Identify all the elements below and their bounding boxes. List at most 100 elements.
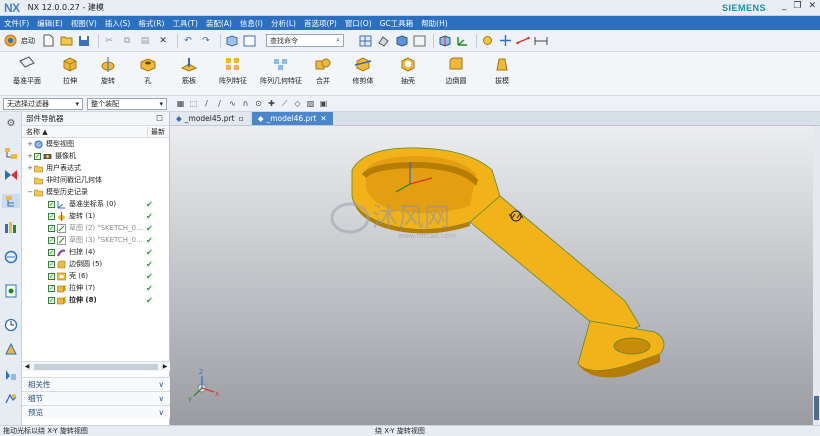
menu-item[interactable]: 视图(V) bbox=[71, 18, 97, 29]
snap-quadrant-icon[interactable]: ◇ bbox=[292, 98, 303, 109]
menu-item[interactable]: 编辑(E) bbox=[37, 18, 63, 29]
ribbon-button-datum-plane[interactable]: 基准平面 bbox=[2, 52, 52, 95]
ribbon-button-trim-body[interactable]: 修剪体 bbox=[340, 52, 386, 95]
snap-curve-icon[interactable]: ∿ bbox=[227, 98, 238, 109]
menu-item[interactable]: 工具(T) bbox=[172, 18, 197, 29]
assembly-navigator-icon[interactable] bbox=[4, 146, 18, 160]
menu-item[interactable]: 插入(S) bbox=[105, 18, 131, 29]
start-icon[interactable] bbox=[3, 34, 17, 48]
window-icon[interactable] bbox=[242, 34, 256, 48]
select-all-icon[interactable]: ▦ bbox=[175, 98, 186, 109]
tree-row[interactable]: ✓ 拉伸 (8) ✔ bbox=[22, 294, 169, 306]
visibility-checkbox[interactable]: ✓ bbox=[48, 248, 55, 256]
paste-icon[interactable]: ▤ bbox=[138, 34, 152, 48]
tree-row[interactable]: ✓ 壳 (6) ✔ bbox=[22, 270, 169, 282]
cut-icon[interactable]: ✂ bbox=[102, 34, 116, 48]
tree-expander-icon[interactable]: + bbox=[26, 152, 34, 160]
wcs-icon[interactable] bbox=[455, 34, 469, 48]
menu-item[interactable]: GC工具箱 bbox=[380, 18, 414, 29]
measure-icon[interactable] bbox=[516, 34, 530, 48]
small-end-hole[interactable] bbox=[613, 337, 651, 355]
maximize-icon[interactable]: ☐ bbox=[156, 114, 163, 123]
tree-row[interactable]: ✓ 基准坐标系 (0) ✔ bbox=[22, 198, 169, 210]
tree-row[interactable]: ✓ 草图 (3) "SKETCH_0... ✔ bbox=[22, 234, 169, 246]
tree-expander-icon[interactable]: + bbox=[26, 164, 34, 172]
section-details[interactable]: 细节 ∨ bbox=[22, 391, 170, 404]
ribbon-button-pattern-geometry[interactable]: 阵列几何特征 bbox=[256, 52, 306, 95]
new-file-icon[interactable] bbox=[41, 34, 55, 48]
copy-icon[interactable]: ⧉ bbox=[120, 34, 134, 48]
ribbon-button-draft[interactable]: 拔模 bbox=[482, 52, 522, 95]
close-icon[interactable]: ✕ bbox=[808, 1, 816, 11]
visibility-checkbox[interactable]: ✓ bbox=[48, 236, 55, 244]
scroll-thumb[interactable] bbox=[34, 363, 158, 370]
scroll-thumb[interactable] bbox=[814, 396, 819, 420]
tree-row[interactable]: + 用户表达式 bbox=[22, 162, 169, 174]
snap-surface-icon[interactable]: ▨ bbox=[305, 98, 316, 109]
tree-expander-icon[interactable]: − bbox=[26, 188, 34, 196]
snap-icon[interactable] bbox=[376, 34, 390, 48]
part-navigator-icon[interactable] bbox=[2, 194, 20, 208]
tree-row[interactable]: ✓ 草图 (2) "SKETCH_0... ✔ bbox=[22, 222, 169, 234]
settings-gear-icon[interactable]: ⚙ bbox=[4, 116, 18, 130]
command-finder-input[interactable]: 查找命令 ⌕ bbox=[266, 34, 344, 47]
tree-row[interactable]: ✓ 边倒圆 (5) ✔ bbox=[22, 258, 169, 270]
model-canvas[interactable]: 沐风网 www.mfcad.com Z X Y bbox=[170, 126, 813, 425]
visibility-checkbox[interactable]: ✓ bbox=[48, 212, 55, 220]
visibility-checkbox[interactable]: ✓ bbox=[48, 296, 55, 304]
ribbon-button-pattern-feature[interactable]: 阵列特征 bbox=[210, 52, 256, 95]
tab-model46[interactable]: ◆ _model46.prt ✕ bbox=[251, 112, 333, 125]
tree-row[interactable]: + ✓ 摄像机 bbox=[22, 150, 169, 162]
redo-icon[interactable]: ↷ bbox=[199, 34, 213, 48]
save-icon[interactable] bbox=[77, 34, 91, 48]
ribbon-button-unite[interactable]: 合并 bbox=[306, 52, 340, 95]
viewport-scrollbar[interactable] bbox=[813, 126, 820, 425]
ribbon-button-rib[interactable]: 筋板 bbox=[168, 52, 210, 95]
visibility-checkbox[interactable]: ✓ bbox=[48, 284, 55, 292]
tree-row[interactable]: + 模型视图 bbox=[22, 138, 169, 150]
tab-pin-icon[interactable]: ▫ bbox=[239, 114, 244, 123]
visibility-checkbox[interactable]: ✓ bbox=[34, 152, 41, 160]
deselect-icon[interactable]: ⬚ bbox=[188, 98, 199, 109]
clock-icon[interactable] bbox=[4, 318, 18, 332]
scroll-left-icon[interactable]: ◀ bbox=[22, 363, 32, 370]
ribbon-button-edge-blend[interactable]: 边倒圆 bbox=[430, 52, 482, 95]
ribbon-button-shell[interactable]: 抽壳 bbox=[386, 52, 430, 95]
section-preview[interactable]: 预览 ∨ bbox=[22, 405, 170, 418]
render-style-icon[interactable] bbox=[394, 34, 408, 48]
section-dependencies[interactable]: 相关性 ∨ bbox=[22, 377, 170, 390]
constraint-navigator-icon[interactable] bbox=[4, 168, 18, 182]
visibility-checkbox[interactable]: ✓ bbox=[48, 224, 55, 232]
snap-endpoint-icon[interactable]: / bbox=[201, 98, 212, 109]
tree-row[interactable]: − 模型历史记录 bbox=[22, 186, 169, 198]
history-icon[interactable] bbox=[4, 284, 18, 298]
section-view-icon[interactable] bbox=[437, 34, 451, 48]
start-menu-button[interactable]: 启动 bbox=[21, 36, 35, 46]
connecting-rod-part[interactable] bbox=[351, 147, 665, 378]
column-latest[interactable]: 最新 bbox=[147, 126, 169, 137]
background-icon[interactable] bbox=[412, 34, 426, 48]
visibility-checkbox[interactable]: ✓ bbox=[48, 200, 55, 208]
visibility-checkbox[interactable]: ✓ bbox=[48, 260, 55, 268]
open-folder-icon[interactable] bbox=[59, 34, 73, 48]
scroll-right-icon[interactable]: ▶ bbox=[160, 363, 170, 370]
snap-tangent-icon[interactable]: ⟋ bbox=[279, 98, 290, 109]
menu-item[interactable]: 分析(L) bbox=[271, 18, 296, 29]
ribbon-button-revolve[interactable]: 旋转 bbox=[88, 52, 128, 95]
snap-bounded-icon[interactable]: ▣ bbox=[318, 98, 329, 109]
tab-close-icon[interactable]: ✕ bbox=[320, 114, 326, 123]
snap-center-icon[interactable]: ⊙ bbox=[253, 98, 264, 109]
reuse-library-icon[interactable] bbox=[4, 220, 18, 234]
tree-row[interactable]: ✓ 拉伸 (7) ✔ bbox=[22, 282, 169, 294]
ribbon-button-extrude[interactable]: 拉伸 bbox=[52, 52, 88, 95]
roles-icon[interactable] bbox=[4, 368, 18, 382]
type-filter-select[interactable]: 无选择过滤器 ▾ bbox=[3, 97, 83, 110]
tree-expander-icon[interactable]: + bbox=[26, 140, 34, 148]
delete-icon[interactable]: ✕ bbox=[156, 34, 170, 48]
visualization-icon[interactable] bbox=[4, 342, 18, 356]
horizontal-scrollbar[interactable]: ◀ ▶ bbox=[22, 361, 170, 371]
tree-row[interactable]: 非时间戳记几何体 bbox=[22, 174, 169, 186]
snap-intersection-icon[interactable]: ✚ bbox=[266, 98, 277, 109]
menu-item[interactable]: 窗口(O) bbox=[345, 18, 372, 29]
move-object-icon[interactable] bbox=[498, 34, 512, 48]
